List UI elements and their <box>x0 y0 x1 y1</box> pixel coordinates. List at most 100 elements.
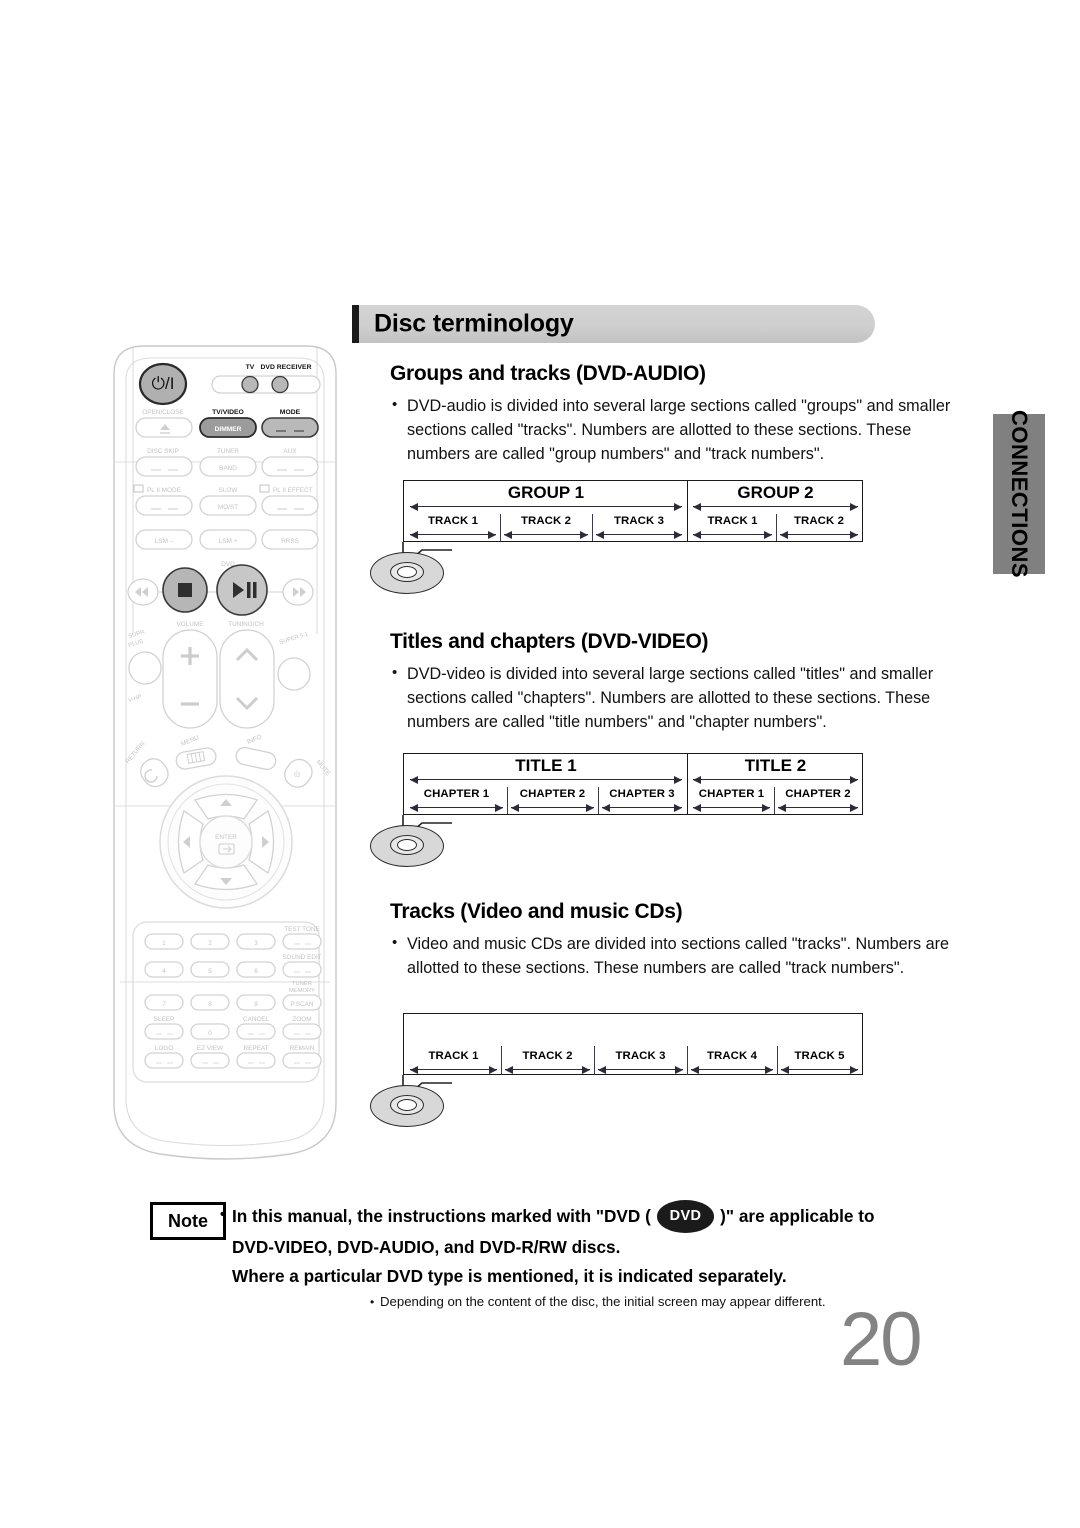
span-track: TRACK 1 <box>693 515 772 539</box>
span-label: TRACK 1 <box>707 515 758 527</box>
span-label: GROUP 2 <box>737 483 814 502</box>
svg-text:1: 1 <box>162 940 166 947</box>
svg-text:7: 7 <box>162 1001 166 1008</box>
svg-text:TUNER: TUNER <box>292 981 312 987</box>
svg-text:CANCEL: CANCEL <box>243 1016 269 1023</box>
svg-text:5: 5 <box>208 968 212 975</box>
note-main-text: • In this manual, the instructions marked… <box>220 1200 932 1291</box>
section-titles-and-chapters: Titles and chapters (DVD-VIDEO) DVD-vide… <box>390 630 960 734</box>
note-line1-a: In this manual, the instructions marked … <box>232 1206 656 1226</box>
page-number: 20 <box>840 1297 923 1382</box>
svg-text:0: 0 <box>208 1030 212 1037</box>
note-badge-label: Note <box>168 1210 208 1231</box>
track-divider <box>501 1046 503 1075</box>
span-label: TRACK 5 <box>794 1050 845 1062</box>
svg-text:V-HP: V-HP <box>128 694 143 704</box>
svg-text:ENTER: ENTER <box>215 834 237 841</box>
span-track: TRACK 1 <box>410 515 496 539</box>
svg-text:AUX: AUX <box>283 448 297 455</box>
svg-text:MUTE: MUTE <box>314 759 331 777</box>
note-line1-b: )" are applicable to <box>715 1206 875 1226</box>
track-divider <box>592 514 594 541</box>
section-body: DVD-video is divided into several large … <box>390 661 960 734</box>
diagram-box: TRACK 1 TRACK 2 TRACK 3 TRACK 4 TRACK 5 <box>403 1013 863 1075</box>
svg-text:TEST TONE: TEST TONE <box>284 926 320 933</box>
chapter-divider <box>774 787 776 814</box>
disc-icon <box>370 542 460 602</box>
span-label: TRACK 3 <box>615 1050 666 1062</box>
section-groups-and-tracks: Groups and tracks (DVD-AUDIO) DVD-audio … <box>390 362 960 466</box>
section-heading: Titles and chapters (DVD-VIDEO) <box>390 630 709 653</box>
span-label: TRACK 2 <box>522 1050 573 1062</box>
svg-text:INFO: INFO <box>246 734 263 746</box>
svg-text:VOLUME: VOLUME <box>177 621 204 628</box>
note-line2: DVD-VIDEO, DVD-AUDIO, and DVD-R/RW discs… <box>232 1237 621 1257</box>
span-track: TRACK 2 <box>504 515 588 539</box>
svg-text:TV/VIDEO: TV/VIDEO <box>212 409 244 416</box>
span-label: TRACK 3 <box>613 515 665 527</box>
span-track: TRACK 4 <box>691 1050 773 1074</box>
svg-text:MEMORY: MEMORY <box>289 988 315 994</box>
track-divider <box>687 1046 689 1075</box>
svg-text:MENU: MENU <box>180 734 200 748</box>
dvd-badge-icon: DVD <box>656 1200 715 1233</box>
svg-text:BAND: BAND <box>219 465 237 472</box>
section-body: Video and music CDs are divided into sec… <box>390 931 960 980</box>
svg-text:DISC SKIP: DISC SKIP <box>147 448 179 455</box>
svg-text:TV: TV <box>246 364 255 371</box>
span-track: TRACK 2 <box>780 515 858 539</box>
svg-text:PL II MODE: PL II MODE <box>147 487 181 494</box>
svg-text:3: 3 <box>254 940 258 947</box>
title-divider <box>687 754 689 814</box>
page-title: Disc terminology <box>374 309 574 338</box>
span-label: TRACK 1 <box>428 1050 479 1062</box>
page-title-bar: Disc terminology <box>352 305 875 343</box>
svg-text:REMAIN: REMAIN <box>290 1045 315 1052</box>
svg-text:LSM +: LSM + <box>219 538 238 545</box>
span-chapter: CHAPTER 2 <box>778 788 858 812</box>
svg-text:SLOW: SLOW <box>219 487 239 494</box>
svg-text:DIMMER: DIMMER <box>215 426 242 433</box>
section-tracks-cd: Tracks (Video and music CDs) Video and m… <box>390 900 960 980</box>
svg-text:REPEAT: REPEAT <box>243 1045 268 1052</box>
bullet-icon: • <box>370 1295 375 1309</box>
section-heading: Groups and tracks (DVD-AUDIO) <box>390 362 706 385</box>
span-label: CHAPTER 2 <box>519 788 586 800</box>
note-sub-label: Depending on the content of the disc, th… <box>380 1294 826 1309</box>
span-track: TRACK 3 <box>596 515 682 539</box>
svg-text:LSM –: LSM – <box>155 538 174 545</box>
svg-text:PLUS: PLUS <box>128 639 144 649</box>
remote-control-illustration: .body-l { fill:none; stroke:#c9c9c9; str… <box>100 334 350 1174</box>
note-line3: Where a particular DVD type is mentioned… <box>232 1266 787 1286</box>
span-track: TRACK 2 <box>505 1050 590 1074</box>
span-label: TRACK 4 <box>706 1050 758 1062</box>
span-label: TRACK 2 <box>520 515 572 527</box>
svg-text:TUNER: TUNER <box>217 448 239 455</box>
diagram-box: TITLE 1 TITLE 2 CHAPTER 1 CHAPTER 2 CHAP… <box>403 753 863 815</box>
svg-text:RETURN: RETURN <box>124 740 147 765</box>
span-chapter: CHAPTER 1 <box>410 788 503 812</box>
span-track: TRACK 1 <box>410 1050 497 1074</box>
svg-text:P.SCAN: P.SCAN <box>291 1001 314 1008</box>
svg-text:PL II EFFECT: PL II EFFECT <box>273 487 313 494</box>
svg-text:4: 4 <box>162 968 166 975</box>
track-divider <box>777 1046 779 1075</box>
svg-text:2: 2 <box>208 940 212 947</box>
group-divider <box>687 481 689 541</box>
svg-text:MO/ST: MO/ST <box>218 504 238 511</box>
span-group-1: GROUP 1 <box>410 483 682 511</box>
span-label: CHAPTER 2 <box>785 788 851 800</box>
remote-control-svg: .body-l { fill:none; stroke:#c9c9c9; str… <box>113 345 337 1160</box>
section-tab-label: CONNECTIONS <box>1007 409 1032 579</box>
svg-text:ZOOM: ZOOM <box>292 1016 311 1023</box>
bullet-icon: • <box>220 1206 226 1223</box>
span-label: TITLE 2 <box>744 756 807 775</box>
svg-text:EZ VIEW: EZ VIEW <box>197 1045 224 1052</box>
svg-text:SLEEP: SLEEP <box>154 1016 175 1023</box>
span-group-2: GROUP 2 <box>693 483 858 511</box>
span-label: TRACK 1 <box>427 515 479 527</box>
svg-text:6: 6 <box>254 968 258 975</box>
span-label: TRACK 2 <box>793 515 845 527</box>
disc-icon <box>370 815 460 875</box>
svg-text:TUNING/CH: TUNING/CH <box>228 621 264 628</box>
